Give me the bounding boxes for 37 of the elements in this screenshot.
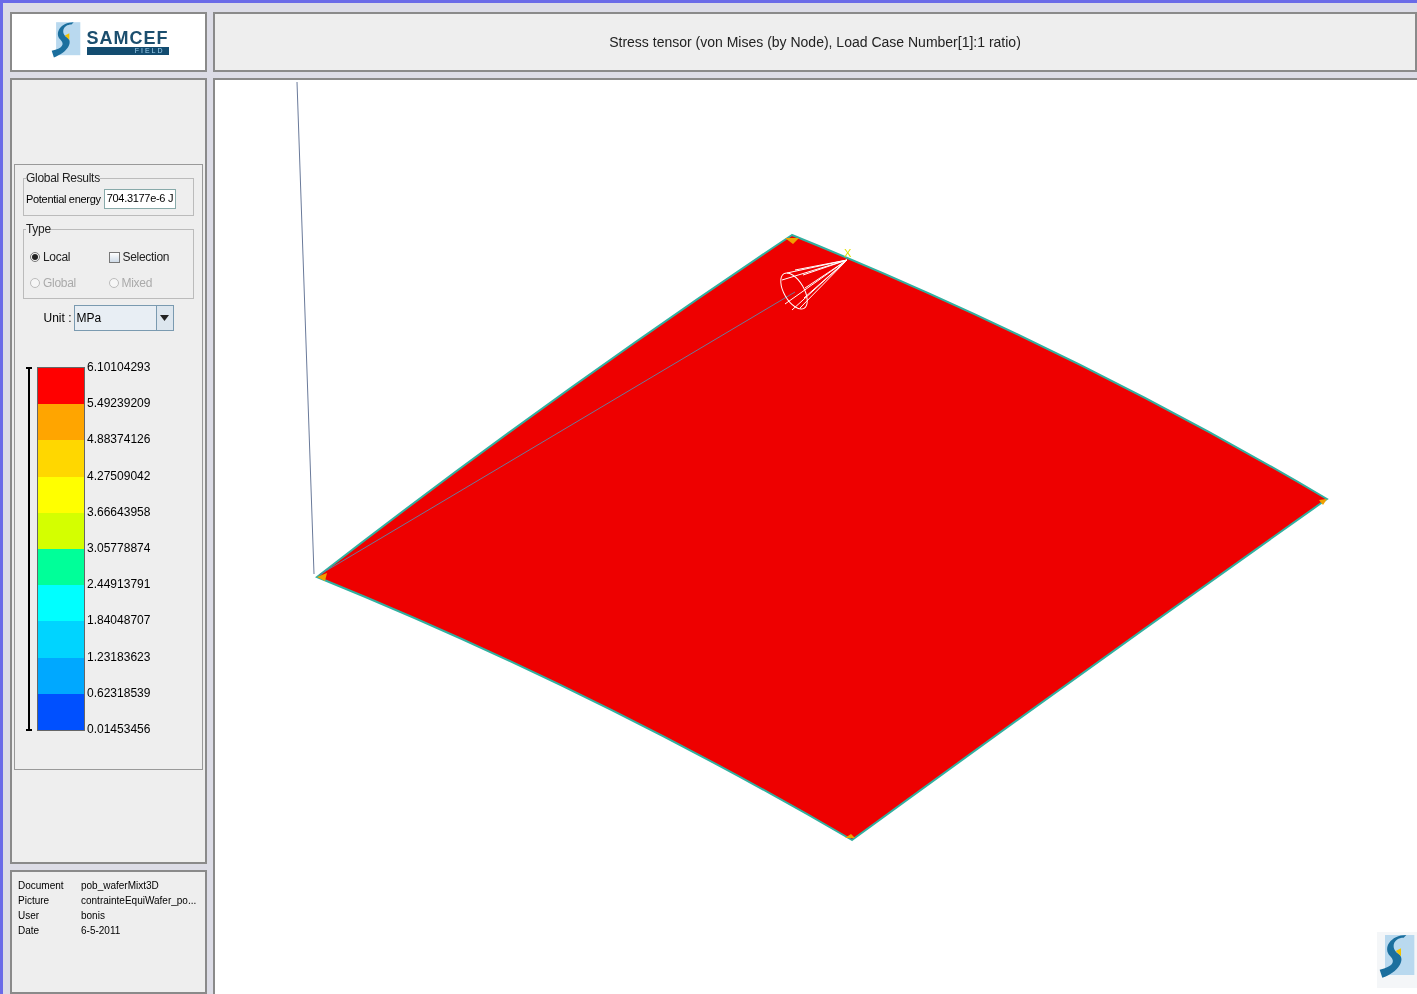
info-key: Document [18, 880, 81, 891]
scale-value: 5.49239209 [87, 395, 151, 413]
scale-value: 0.01453456 [87, 720, 151, 738]
caret-icon [160, 315, 169, 321]
scale-value: 4.88374126 [87, 431, 151, 449]
option-label: Mixed [121, 276, 152, 290]
unit-label: Unit : [43, 311, 72, 325]
scale-value: 4.27509042 [87, 467, 151, 485]
scale-value: 2.44913791 [87, 576, 151, 594]
unit-dropdown[interactable]: MPa [73, 305, 174, 331]
info-value: contrainteEquiWafer_po... [81, 895, 198, 906]
group-title: Global Results [26, 171, 100, 185]
plot-title: Stress tensor (von Mises (by Node), Load Case Number[1]:1 ratio) [609, 34, 1021, 50]
option-label: Local [43, 250, 71, 264]
info-value: bonis [81, 910, 106, 921]
option-label: Global [43, 276, 76, 290]
scale-value: 0.62318539 [87, 684, 151, 702]
info-value: 6-5-2011 [81, 925, 122, 936]
info-key: Picture [18, 895, 81, 906]
scale-value: 1.84048707 [87, 612, 151, 630]
scale-value: 1.23183623 [87, 648, 151, 666]
cone-icon [780, 259, 848, 311]
info-key: User [18, 910, 81, 921]
option-label: Selection [122, 250, 170, 264]
logo-name: SAMCEF [86, 29, 169, 47]
group-title: Type [26, 222, 51, 236]
range-bracket-icon [26, 367, 32, 731]
axis-label: X [844, 247, 852, 259]
radio-button[interactable] [30, 252, 40, 262]
info-key: Date [18, 925, 81, 936]
field-label: Potential energy [26, 193, 101, 205]
scale-value: 3.05778874 [87, 539, 151, 557]
scale-value: 3.66643958 [87, 503, 151, 521]
checkbox[interactable] [108, 251, 120, 263]
energy-field[interactable]: 704.3177e-6 J [103, 189, 177, 209]
info-value: pob_waferMixt3D [81, 880, 160, 891]
scale-value: 6.10104293 [87, 359, 151, 376]
